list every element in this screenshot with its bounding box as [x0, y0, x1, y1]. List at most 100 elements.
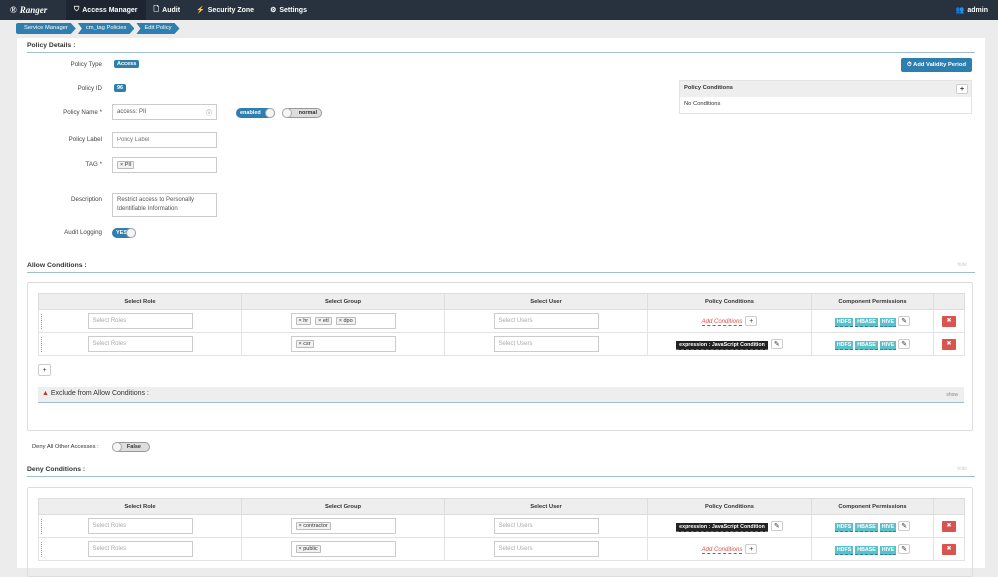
delete-row-button[interactable]: ✖ [942, 338, 956, 350]
select-group-input[interactable]: × hr × etl × dpo [290, 313, 396, 329]
permission-badge[interactable]: HDFS [834, 317, 854, 327]
tag-chip[interactable]: × PII [117, 161, 135, 169]
nav-security-zone[interactable]: ⚡ Security Zone [188, 0, 262, 20]
deny-all-toggle[interactable]: False [112, 442, 150, 452]
hide-deny-toggle[interactable]: hide [958, 466, 967, 472]
column-header: Component Permissions [811, 498, 934, 515]
nav-settings[interactable]: ⚙ Settings [262, 0, 315, 20]
table-header: Select Role Select Group Select User Policy… [38, 498, 965, 515]
condition-expression[interactable]: expression : JavaScript Condition [676, 522, 768, 532]
select-roles-input[interactable]: Select Roles [87, 518, 193, 534]
nav-access-manager[interactable]: ⛉ Access Manager [66, 0, 146, 20]
group-chip[interactable]: × public [295, 545, 321, 553]
select-roles-input[interactable]: Select Roles [87, 313, 193, 329]
drag-handle[interactable] [41, 337, 43, 352]
user-menu[interactable]: 👥 admin [956, 0, 988, 20]
select-users-input[interactable]: Select Users [493, 518, 599, 534]
select-users-input[interactable]: Select Users [493, 313, 599, 329]
drag-handle[interactable] [41, 519, 43, 534]
add-validity-period-button[interactable]: ⏱ Add Validity Period [901, 58, 972, 72]
select-roles-input[interactable]: Select Roles [87, 541, 193, 557]
select-users-input[interactable]: Select Users [493, 336, 599, 352]
edit-permissions-button[interactable]: ✎ [898, 521, 911, 531]
table-header: Select Role Select Group Select User Policy… [38, 293, 965, 310]
select-roles-placeholder: Select Roles [92, 318, 127, 324]
add-condition-button[interactable]: + [956, 84, 968, 94]
select-group-input[interactable]: × public [290, 541, 396, 557]
edit-condition-button[interactable]: ✎ [770, 521, 783, 531]
policy-form: Policy Details : Policy Type Access Poli… [17, 38, 985, 577]
breadcrumb: Service Manager cm_tag Policies Edit Pol… [16, 23, 182, 34]
add-condition-button[interactable]: + [745, 544, 758, 554]
permission-badge[interactable]: HDFS [834, 522, 854, 532]
permission-badge[interactable]: HIVE [879, 317, 897, 327]
hide-allow-toggle[interactable]: hide [958, 262, 967, 268]
permission-badge[interactable]: HBASE [855, 340, 878, 350]
add-allow-row-button[interactable]: + [38, 364, 51, 376]
allow-conditions-table: Select Role Select Group Select User Policy… [38, 293, 965, 356]
add-conditions-link[interactable]: Add Conditions [701, 318, 743, 326]
edit-permissions-button[interactable]: ✎ [898, 544, 911, 554]
permission-badge[interactable]: HDFS [834, 545, 854, 555]
select-roles-placeholder: Select Roles [92, 546, 127, 552]
enabled-toggle[interactable]: enabled [236, 108, 275, 118]
breadcrumb-service-manager[interactable]: Service Manager [16, 23, 76, 34]
drag-handle[interactable] [41, 542, 43, 557]
policy-id-label: Policy ID [77, 85, 102, 92]
policy-type-label: Policy Type [70, 61, 102, 68]
show-exclude-toggle[interactable]: show [946, 392, 958, 398]
description-textarea[interactable]: Restrict access to Personally Identifiab… [112, 193, 217, 217]
select-group-input[interactable]: × contractor [290, 518, 396, 534]
tag-label: TAG * [85, 161, 102, 168]
delete-row-button[interactable]: ✖ [942, 315, 956, 327]
group-chip[interactable]: × etl [315, 317, 332, 325]
permission-badge[interactable]: HIVE [879, 340, 897, 350]
exclude-allow-header[interactable]: ▲ Exclude from Allow Conditions : show [38, 387, 964, 403]
ranger-logo[interactable]: ® Ranger [0, 5, 66, 15]
permission-badge[interactable]: HBASE [855, 545, 878, 555]
select-users-input[interactable]: Select Users [493, 541, 599, 557]
edit-permissions-button[interactable]: ✎ [898, 316, 911, 326]
tag-input[interactable]: × PII [112, 157, 217, 173]
allow-conditions-header: Allow Conditions : hide [27, 262, 975, 273]
audit-logging-toggle[interactable]: YES [112, 228, 136, 238]
column-header: Select Group [241, 293, 445, 310]
add-conditions-link[interactable]: Add Conditions [701, 546, 743, 554]
group-chip[interactable]: × csr [295, 340, 314, 348]
policy-label-input[interactable] [112, 132, 217, 148]
delete-row-button[interactable]: ✖ [942, 520, 956, 532]
normal-toggle[interactable]: normal [282, 108, 322, 118]
table-row: Select Roles × public Select Users Add Cond… [38, 537, 965, 561]
select-group-input[interactable]: × csr [290, 336, 396, 352]
group-chip[interactable]: × contractor [295, 522, 331, 530]
policy-id-badge: 96 [114, 84, 127, 92]
audit-logging-label: Audit Logging [64, 229, 102, 236]
condition-expression[interactable]: expression : JavaScript Condition [676, 340, 768, 350]
edit-permissions-button[interactable]: ✎ [898, 339, 911, 349]
permission-badge[interactable]: HBASE [855, 317, 878, 327]
select-users-placeholder: Select Users [498, 341, 533, 347]
breadcrumb-policies[interactable]: cm_tag Policies [78, 23, 135, 34]
select-roles-input[interactable]: Select Roles [87, 336, 193, 352]
column-header: Select Role [38, 498, 242, 515]
column-header: Select User [444, 293, 648, 310]
group-chip[interactable]: × hr [295, 317, 312, 325]
add-condition-button[interactable]: + [745, 316, 758, 326]
select-roles-placeholder: Select Roles [92, 341, 127, 347]
breadcrumb-edit-policy[interactable]: Edit Policy [136, 23, 179, 34]
nav-audit[interactable]: 🗋 Audit [146, 0, 189, 20]
permission-badge[interactable]: HIVE [879, 545, 897, 555]
edit-condition-button[interactable]: ✎ [770, 339, 783, 349]
delete-row-button[interactable]: ✖ [942, 543, 956, 555]
deny-conditions-header: Deny Conditions : hide [27, 466, 975, 477]
policy-name-input[interactable]: access: PII ⓘ [112, 104, 217, 120]
drag-handle[interactable] [41, 314, 43, 329]
permission-badge[interactable]: HDFS [834, 340, 854, 350]
permission-badge[interactable]: HIVE [879, 522, 897, 532]
no-conditions-text: No Conditions [684, 101, 721, 107]
permission-badge[interactable]: HBASE [855, 522, 878, 532]
group-chip[interactable]: × dpo [335, 317, 356, 325]
deny-conditions-table: Select Role Select Group Select User Policy… [38, 498, 965, 561]
table-row: Select Roles × contractor Select Users expr… [38, 514, 965, 538]
user-icon: 👥 [955, 7, 965, 14]
